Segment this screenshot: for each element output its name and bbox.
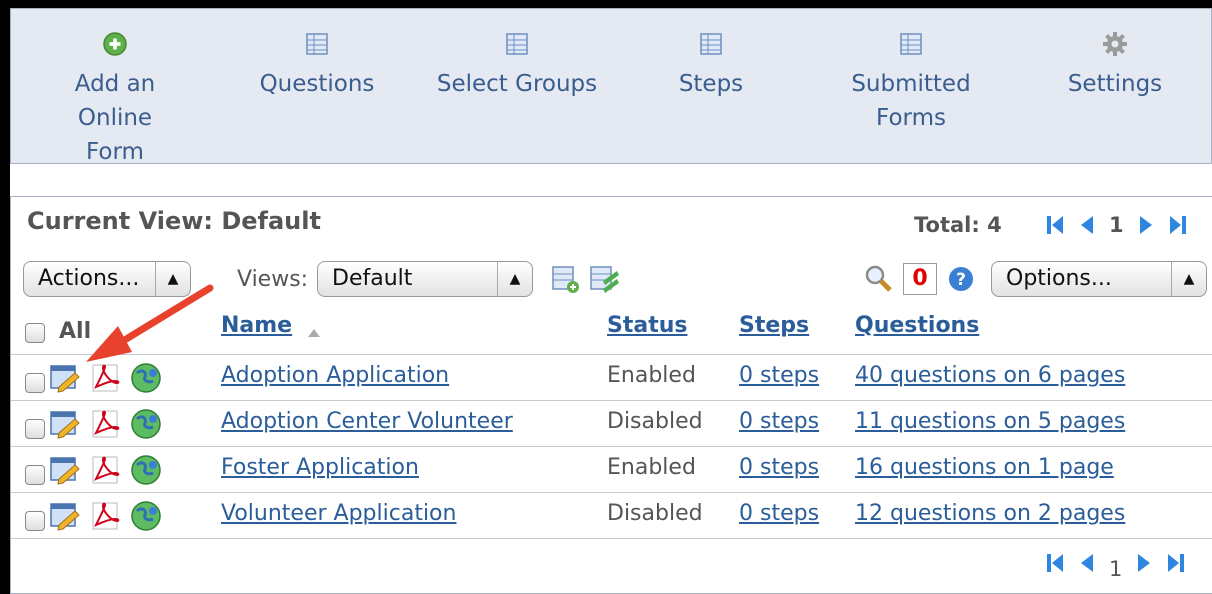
add-online-form-label: Add an Online Form	[74, 71, 156, 165]
form-name-link[interactable]: Adoption Center Volunteer	[221, 409, 513, 434]
panel-gap	[10, 164, 1212, 196]
current-page-number: 1	[1109, 557, 1123, 581]
actions-label: Actions...	[38, 266, 140, 291]
pdf-icon[interactable]	[91, 501, 121, 531]
table-icon	[700, 33, 722, 55]
status-header-label: Status	[607, 313, 688, 338]
table-icon	[506, 33, 528, 55]
add-view-icon[interactable]	[551, 265, 581, 295]
status-column-header[interactable]: Status	[607, 313, 687, 338]
table-icon	[900, 33, 922, 55]
row-divider	[11, 492, 1212, 493]
form-steps-link[interactable]: 0 steps	[739, 363, 819, 388]
pdf-icon[interactable]	[91, 409, 121, 439]
form-questions-link[interactable]: 11 questions on 5 pages	[855, 409, 1125, 434]
views-dropdown[interactable]: Default ▲	[317, 261, 533, 297]
select-arrows-icon: ▲	[155, 262, 190, 296]
help-icon[interactable]: ?	[947, 265, 975, 293]
row-checkbox[interactable]	[25, 511, 45, 531]
pdf-icon[interactable]	[91, 455, 121, 485]
add-online-form-button[interactable]: Add an Online Form	[35, 31, 195, 169]
toolbar-panel: Add an Online Form Questions Select Grou…	[10, 8, 1212, 165]
form-status: Enabled	[607, 363, 696, 388]
edit-form-icon[interactable]	[49, 363, 81, 393]
steps-label: Steps	[678, 71, 744, 97]
steps-button[interactable]: Steps	[651, 31, 771, 101]
form-questions-link[interactable]: 12 questions on 2 pages	[855, 501, 1125, 526]
form-steps-link[interactable]: 0 steps	[739, 501, 819, 526]
questions-label: Questions	[259, 71, 375, 97]
edit-form-icon[interactable]	[49, 455, 81, 485]
questions-header-label: Questions	[855, 313, 980, 338]
publish-globe-icon[interactable]	[129, 499, 163, 533]
edit-view-icon[interactable]	[589, 263, 621, 295]
filter-count-badge: 0	[903, 263, 937, 295]
actions-dropdown[interactable]: Actions... ▲	[23, 261, 191, 297]
name-header-label: Name	[221, 313, 293, 338]
views-selected-value: Default	[332, 266, 413, 291]
row-divider	[11, 400, 1212, 401]
row-checkbox[interactable]	[25, 373, 45, 393]
svg-text:?: ?	[956, 270, 966, 290]
select-all-checkbox[interactable]	[25, 323, 45, 343]
select-arrows-icon: ▲	[497, 262, 532, 296]
form-status: Enabled	[607, 455, 696, 480]
select-groups-button[interactable]: Select Groups	[427, 31, 607, 101]
current-view-title: Current View: Default	[27, 207, 321, 235]
select-arrows-icon: ▲	[1171, 262, 1206, 296]
options-label: Options...	[1006, 266, 1112, 291]
current-page-number: 1	[1109, 213, 1124, 237]
steps-header-label: Steps	[739, 313, 810, 338]
form-status: Disabled	[607, 409, 703, 434]
previous-page-icon[interactable]	[1079, 552, 1095, 574]
publish-globe-icon[interactable]	[129, 361, 163, 395]
next-page-icon[interactable]	[1136, 552, 1152, 574]
submitted-forms-label: Submitted Forms	[851, 71, 971, 131]
table-icon	[306, 33, 328, 55]
gear-icon	[1103, 32, 1127, 56]
form-steps-link[interactable]: 0 steps	[739, 409, 819, 434]
steps-column-header[interactable]: Steps	[739, 313, 809, 338]
forms-panel: Current View: Default Total: 4 1 Actions…	[10, 196, 1212, 594]
row-divider	[11, 354, 1212, 355]
row-checkbox[interactable]	[25, 419, 45, 439]
questions-column-header[interactable]: Questions	[855, 313, 979, 338]
form-questions-link[interactable]: 16 questions on 1 page	[855, 455, 1114, 480]
form-name-link[interactable]: Adoption Application	[221, 363, 449, 388]
form-steps-link[interactable]: 0 steps	[739, 455, 819, 480]
options-dropdown[interactable]: Options... ▲	[991, 261, 1207, 297]
select-groups-label: Select Groups	[436, 71, 598, 97]
select-all-label: All	[59, 319, 92, 344]
last-page-icon[interactable]	[1166, 552, 1186, 574]
name-column-header[interactable]: Name	[221, 313, 292, 338]
submitted-forms-button[interactable]: Submitted Forms	[841, 31, 981, 135]
questions-button[interactable]: Questions	[247, 31, 387, 101]
publish-globe-icon[interactable]	[129, 453, 163, 487]
top-pager: 1	[1045, 213, 1188, 237]
search-icon[interactable]	[863, 263, 893, 293]
form-name-link[interactable]: Foster Application	[221, 455, 419, 480]
form-name-link[interactable]: Volunteer Application	[221, 501, 456, 526]
total-count: Total: 4	[914, 213, 1002, 237]
edit-form-icon[interactable]	[49, 501, 81, 531]
last-page-icon[interactable]	[1168, 214, 1188, 236]
form-questions-link[interactable]: 40 questions on 6 pages	[855, 363, 1125, 388]
form-status: Disabled	[607, 501, 703, 526]
publish-globe-icon[interactable]	[129, 407, 163, 441]
sort-ascending-icon	[308, 329, 320, 337]
next-page-icon[interactable]	[1138, 214, 1154, 236]
first-page-icon[interactable]	[1045, 552, 1065, 574]
add-icon	[103, 32, 127, 56]
bottom-pager: 1	[1045, 551, 1186, 581]
row-divider	[11, 446, 1212, 447]
settings-button[interactable]: Settings	[1055, 31, 1175, 101]
settings-label: Settings	[1067, 71, 1163, 97]
views-label: Views:	[237, 267, 309, 292]
first-page-icon[interactable]	[1045, 214, 1065, 236]
pdf-icon[interactable]	[91, 363, 121, 393]
previous-page-icon[interactable]	[1079, 214, 1095, 236]
row-checkbox[interactable]	[25, 465, 45, 485]
row-divider	[11, 538, 1212, 539]
edit-form-icon[interactable]	[49, 409, 81, 439]
